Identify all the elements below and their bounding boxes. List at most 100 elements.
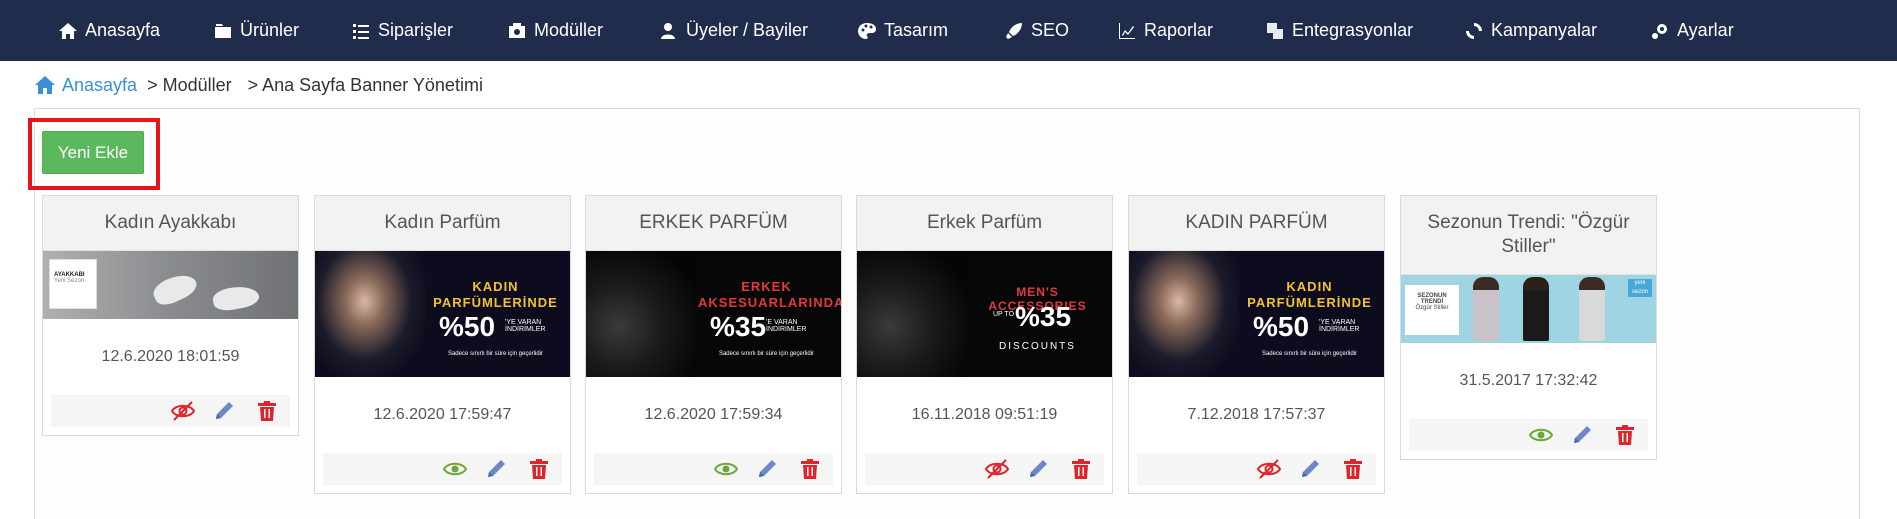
banner-text: KADIN [1286, 279, 1333, 294]
edit-icon[interactable] [756, 458, 780, 480]
banner-image: KADIN PARFÜMLERİNDE %50 'YE VARAN İNDİRİ… [315, 251, 570, 377]
add-new-button[interactable]: Yeni Ekle [42, 131, 144, 174]
nav-item-kampanyalar[interactable]: Kampanyalar [1464, 0, 1597, 61]
banner-text: %35 [1015, 301, 1072, 332]
banner-date: 12.6.2020 18:01:59 [101, 348, 240, 365]
visibility-hidden-icon[interactable] [985, 458, 1009, 480]
banner-text: PARFÜMLERİNDE [433, 295, 558, 310]
home-icon [59, 22, 77, 39]
edit-icon[interactable] [1299, 458, 1323, 480]
visibility-visible-icon[interactable] [1529, 424, 1553, 446]
banner-image: KADIN PARFÜMLERİNDE %50 'YE VARAN İNDİRİ… [1129, 251, 1384, 377]
banner-image-label: SEZONUN TRENDİ [1417, 293, 1447, 305]
products-icon [215, 23, 231, 38]
home-icon[interactable] [34, 75, 62, 95]
banner-date: 12.6.2020 17:59:34 [644, 406, 783, 423]
banner-title: KADIN PARFÜM [1129, 196, 1384, 251]
nav-item-tasarim[interactable]: Tasarım [857, 0, 948, 61]
nav-item-moduller[interactable]: Modüller [507, 0, 603, 61]
edit-icon[interactable] [1027, 458, 1051, 480]
nav-item-label: Raporlar [1144, 20, 1214, 40]
nav-item-uyeler[interactable]: Üyeler / Bayiler [659, 0, 808, 61]
visibility-visible-icon[interactable] [443, 458, 467, 480]
nav-item-label: Ürünler [240, 20, 300, 40]
nav-item-entegrasyonlar[interactable]: Entegrasyonlar [1265, 0, 1413, 61]
nav-item-label: Siparişler [378, 20, 454, 40]
users-icon [661, 22, 675, 39]
rocket-icon [1006, 22, 1022, 39]
top-navigation: Anasayfa Ürünler Siparişler Modüller Üye… [0, 0, 1897, 61]
nav-item-label: Ayarlar [1677, 20, 1734, 40]
nav-item-label: Kampanyalar [1491, 20, 1598, 40]
banner-title: Sezonun Trendi: "Özgür Stiller" [1401, 196, 1656, 275]
visibility-hidden-icon[interactable] [1257, 458, 1281, 480]
delete-icon[interactable] [1069, 458, 1093, 480]
delete-icon[interactable] [527, 458, 551, 480]
module-icon [509, 22, 525, 38]
banner-actions [594, 453, 833, 485]
delete-icon[interactable] [798, 458, 822, 480]
integration-icon [1267, 22, 1283, 39]
banner-image-sub: Özgür Stiller [1415, 305, 1449, 311]
chart-icon [1119, 22, 1135, 39]
banner-card: ERKEK PARFÜM ERKEK AKSESUARLARINDA %35 '… [585, 195, 842, 494]
edit-icon[interactable] [1571, 424, 1595, 446]
visibility-hidden-icon[interactable] [171, 400, 195, 422]
nav-item-raporlar[interactable]: Raporlar [1117, 0, 1213, 61]
banner-image: SEZONUN TRENDİ Özgür Stiller yeni sezon [1401, 275, 1656, 343]
nav-item-label: Modüller [534, 20, 604, 40]
banner-text: Sadece sınırlı bir süre için geçerlidir [1261, 351, 1358, 357]
banner-text: 'YE VARAN İNDİRİMLER [505, 319, 546, 333]
banner-image-tag: yeni sezon [1628, 279, 1652, 297]
banner-image-sub: Yeni Sezon [54, 278, 85, 284]
delete-icon[interactable] [255, 400, 279, 422]
nav-item-label: Tasarım [884, 20, 949, 40]
nav-item-ayarlar[interactable]: Ayarlar [1650, 0, 1734, 61]
nav-item-urunler[interactable]: Ürünler [213, 0, 299, 61]
delete-icon[interactable] [1613, 424, 1637, 446]
nav-item-label: Üyeler / Bayiler [686, 20, 809, 40]
banner-image: ERKEK AKSESUARLARINDA %35 'E VARAN İNDİR… [586, 251, 841, 377]
banner-text: 'E VARAN İNDİRİMLER [766, 319, 807, 333]
banner-text: AKSESUARLARINDA [698, 295, 841, 310]
banner-text: Sadece sınırlı bir süre için geçerlidir [447, 351, 544, 357]
banner-date: 16.11.2018 09:51:19 [911, 406, 1058, 423]
nav-item-label: SEO [1031, 20, 1070, 40]
banner-title: ERKEK PARFÜM [586, 196, 841, 251]
palette-icon [858, 22, 876, 39]
delete-icon[interactable] [1341, 458, 1365, 480]
banner-card: Kadın Parfüm KADIN PARFÜMLERİNDE %50 'YE… [314, 195, 571, 494]
banner-actions [323, 453, 562, 485]
banner-date: 7.12.2018 17:57:37 [1187, 406, 1326, 423]
banner-date: 31.5.2017 17:32:42 [1459, 372, 1598, 389]
visibility-visible-icon[interactable] [714, 458, 738, 480]
breadcrumb: Anasayfa > Modüller > Ana Sayfa Banner Y… [34, 74, 489, 96]
banner-image: MEN'S ACCESSORIES UP TO %35 DISCOUNTS [857, 251, 1112, 377]
edit-icon[interactable] [485, 458, 509, 480]
breadcrumb-home-link[interactable]: Anasayfa [62, 75, 137, 96]
gear-icon [1652, 23, 1667, 39]
banner-card: Kadın Ayakkabı AYAKKABI Yeni Sezon 12.6.2… [42, 195, 299, 436]
breadcrumb-modules[interactable]: > Modüller [147, 75, 232, 96]
banner-text: KADIN [472, 279, 519, 294]
banner-actions [865, 453, 1104, 485]
banner-card: Erkek Parfüm MEN'S ACCESSORIES UP TO %35… [856, 195, 1113, 494]
banner-text: 'YE VARAN İNDİRİMLER [1319, 319, 1360, 333]
list-icon [353, 23, 369, 39]
banner-text: DISCOUNTS [999, 341, 1076, 352]
nav-item-siparisler[interactable]: Siparişler [351, 0, 453, 61]
banner-text: Sadece sınırlı bir süre için geçerlidir [718, 351, 815, 357]
banner-title: Kadın Parfüm [315, 196, 570, 251]
banner-title: Erkek Parfüm [857, 196, 1112, 251]
banner-title: Kadın Ayakkabı [43, 196, 298, 251]
edit-icon[interactable] [213, 400, 237, 422]
banner-text: ERKEK [741, 279, 792, 294]
banner-date: 12.6.2020 17:59:47 [373, 406, 512, 423]
campaign-icon [1466, 22, 1482, 39]
banner-actions [1137, 453, 1376, 485]
banner-card: KADIN PARFÜM KADIN PARFÜMLERİNDE %50 'YE… [1128, 195, 1385, 494]
nav-item-anasayfa[interactable]: Anasayfa [58, 0, 160, 61]
breadcrumb-current: > Ana Sayfa Banner Yönetimi [247, 74, 483, 95]
banner-actions [1409, 419, 1648, 451]
nav-item-seo[interactable]: SEO [1004, 0, 1069, 61]
